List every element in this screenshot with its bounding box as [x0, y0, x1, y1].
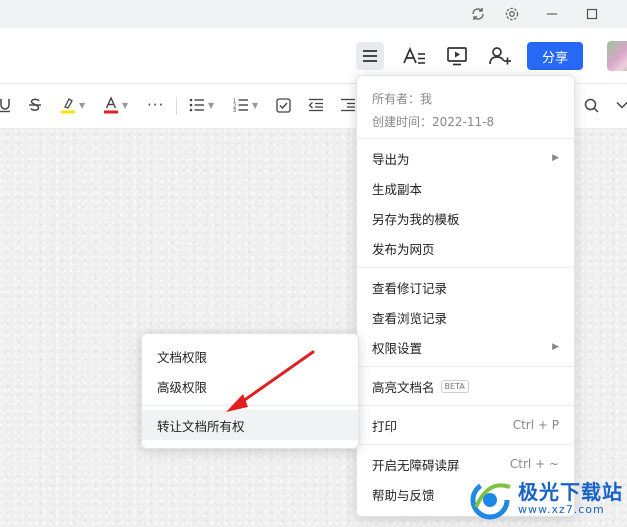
menu-item-revision-history[interactable]: 查看修订记录	[357, 273, 574, 301]
menu-divider	[357, 444, 574, 445]
chevron-down-icon: ▼	[208, 100, 215, 110]
chevron-down-icon: ▼	[122, 100, 129, 110]
shortcut-label: Ctrl + ~	[509, 457, 559, 471]
menu-item-label: 查看浏览记录	[372, 310, 448, 326]
chevron-down-icon[interactable]	[616, 94, 627, 116]
submenu-item-transfer-ownership[interactable]: 转让文档所有权	[142, 410, 358, 440]
font-color-icon[interactable]: ▼	[103, 94, 128, 116]
menu-item-save-as-template[interactable]: 另存为我的模板	[357, 204, 574, 232]
menu-item-label: 开启无障碍读屏	[372, 457, 460, 473]
submenu-item-doc-permission[interactable]: 文档权限	[142, 342, 358, 370]
menu-item-permissions[interactable]: 权限设置 ▶	[357, 333, 574, 361]
outdent-icon[interactable]	[308, 94, 324, 116]
indent-icon[interactable]	[340, 94, 356, 116]
svg-text:3: 3	[233, 108, 236, 112]
menu-icon[interactable]	[356, 42, 384, 70]
menu-item-label: 帮助与反馈	[372, 487, 435, 503]
shortcut-label: Ctrl + P	[512, 418, 559, 432]
menu-item-label: 转让文档所有权	[157, 418, 245, 434]
menu-item-label: 高级权限	[157, 379, 208, 395]
bullet-list-icon[interactable]: ▼	[189, 94, 214, 116]
gear-icon[interactable]	[502, 4, 522, 24]
menu-item-label: 发布为网页	[372, 241, 435, 257]
submenu-item-advanced-permission[interactable]: 高级权限	[142, 372, 358, 400]
menu-item-label: 生成副本	[372, 181, 423, 197]
menu-item-label: 查看修订记录	[372, 280, 448, 296]
sync-icon[interactable]	[468, 4, 488, 24]
watermark: 极光下载站 www.xz7.com	[468, 470, 627, 527]
present-icon[interactable]	[443, 42, 471, 70]
more-icon[interactable]: ···	[147, 94, 164, 116]
menu-divider	[142, 405, 358, 406]
watermark-text: 极光下载站	[518, 480, 623, 504]
chevron-right-icon: ▶	[552, 342, 559, 352]
menu-divider	[357, 366, 574, 367]
add-collaborator-icon[interactable]	[486, 42, 514, 70]
beta-badge: BETA	[440, 379, 469, 393]
chevron-down-icon: ▼	[252, 100, 259, 110]
menu-item-duplicate[interactable]: 生成副本	[357, 174, 574, 202]
permissions-submenu: 文档权限 高级权限 转让文档所有权	[141, 333, 359, 449]
share-button[interactable]: 分享	[527, 42, 583, 70]
highlight-color-icon[interactable]: ▼	[60, 94, 85, 116]
chevron-down-icon: ▼	[79, 100, 86, 110]
menu-item-label: 打印	[372, 418, 398, 434]
watermark-url: www.xz7.com	[518, 503, 605, 516]
menu-item-highlight-title[interactable]: 高亮文档名 BETA	[357, 372, 574, 400]
menu-divider	[357, 138, 574, 139]
menu-item-publish-web[interactable]: 发布为网页	[357, 234, 574, 262]
menu-item-label: 导出为	[372, 151, 410, 167]
underline-icon[interactable]	[0, 94, 10, 116]
menu-item-print[interactable]: 打印 Ctrl + P	[357, 411, 574, 439]
menu-item-export[interactable]: 导出为 ▶	[357, 144, 574, 172]
menu-item-label: 文档权限	[157, 349, 208, 365]
title-bar	[0, 0, 627, 28]
menu-item-label: 另存为我的模板	[372, 211, 460, 227]
checklist-icon[interactable]	[276, 94, 291, 116]
document-menu: 所有者：我 创建时间：2022-11-8 导出为 ▶ 生成副本 另存为我的模板 …	[356, 75, 575, 517]
font-format-icon[interactable]	[400, 42, 428, 70]
maximize-icon[interactable]	[582, 4, 602, 24]
created-time: 创建时间：2022-11-8	[372, 114, 495, 129]
menu-divider	[357, 405, 574, 406]
menu-item-label: 权限设置	[372, 340, 423, 356]
menu-divider	[357, 267, 574, 268]
numbered-list-icon[interactable]: 123 ▼	[233, 94, 258, 116]
strikethrough-icon[interactable]	[28, 94, 42, 116]
chevron-right-icon: ▶	[552, 153, 559, 163]
menu-item-label: 高亮文档名	[372, 379, 435, 395]
search-icon[interactable]	[584, 94, 599, 116]
minimize-icon[interactable]	[542, 4, 562, 24]
menu-item-view-history[interactable]: 查看浏览记录	[357, 303, 574, 331]
avatar[interactable]	[607, 41, 627, 71]
toolbar-divider	[176, 97, 177, 115]
site-logo-icon	[470, 480, 511, 519]
